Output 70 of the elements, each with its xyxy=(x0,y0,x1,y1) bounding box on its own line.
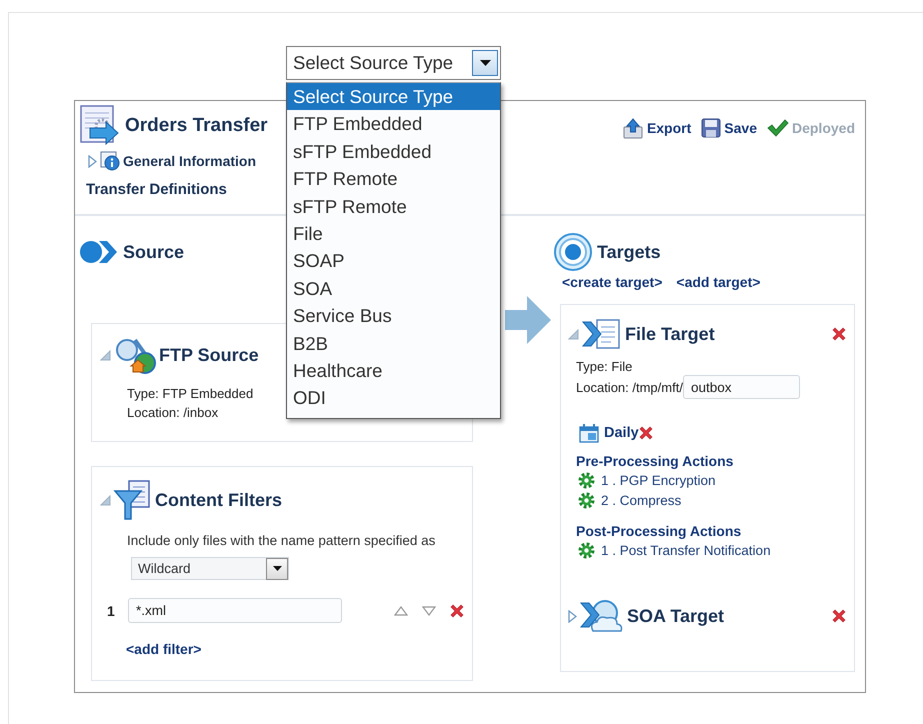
dropdown-option[interactable]: sFTP Remote xyxy=(287,192,500,220)
dropdown-option[interactable]: ODI xyxy=(287,384,500,412)
delete-icon[interactable] xyxy=(832,327,846,341)
status-label: Deployed xyxy=(792,120,855,136)
dropdown-option[interactable]: SOAP xyxy=(287,247,500,275)
dropdown-option[interactable]: Healthcare xyxy=(287,356,500,384)
expanded-triangle-icon[interactable] xyxy=(568,328,579,340)
add-filter-link[interactable]: <add filter> xyxy=(126,641,464,657)
dropdown-option[interactable]: B2B xyxy=(287,330,500,357)
chevron-cloud-icon xyxy=(579,597,625,635)
dropdown-option[interactable]: FTP Remote xyxy=(287,165,500,193)
row-number: 1 xyxy=(107,602,116,618)
target-icon xyxy=(553,232,593,272)
target-title: File Target xyxy=(625,324,715,344)
delete-icon[interactable] xyxy=(832,609,846,623)
section-heading: Targets xyxy=(597,242,661,262)
dropdown-option[interactable]: sFTP Embedded xyxy=(287,138,500,166)
dropdown-option[interactable]: File xyxy=(287,220,500,248)
gear-icon xyxy=(578,472,595,489)
collapsed-triangle-icon[interactable] xyxy=(568,610,577,622)
expanded-triangle-icon[interactable] xyxy=(100,494,111,506)
arrow-icon xyxy=(505,296,551,344)
action-link[interactable]: 2 . Compress xyxy=(601,493,682,508)
funnel-icon xyxy=(113,479,153,521)
dropdown-option[interactable]: FTP Embedded xyxy=(287,110,500,138)
location-field[interactable]: outbox xyxy=(682,375,800,399)
caret-icon xyxy=(480,60,490,66)
pattern-type-dropdown[interactable]: Wildcard xyxy=(131,557,289,580)
move-down-icon[interactable] xyxy=(422,606,436,616)
checkmark-icon xyxy=(766,119,789,137)
location-label: Location: /tmp/mft/ xyxy=(576,378,683,396)
move-up-icon[interactable] xyxy=(394,606,408,616)
upload-icon xyxy=(622,118,644,138)
dropdown-option[interactable]: Service Bus xyxy=(287,302,500,330)
pattern-field[interactable]: *.xml xyxy=(128,598,342,623)
dropdown-option[interactable]: Select Source Type xyxy=(287,83,500,110)
save-icon xyxy=(701,118,722,138)
save-link[interactable]: Save xyxy=(724,120,757,136)
target-title: SOA Target xyxy=(627,606,724,626)
calendar-icon xyxy=(579,423,599,443)
collapsed-triangle-icon[interactable] xyxy=(88,154,97,168)
delete-icon[interactable] xyxy=(450,604,464,618)
globe-house-icon xyxy=(113,336,157,374)
circle-chevron-icon xyxy=(79,238,119,266)
description-text: Include only files with the name pattern specified as xyxy=(127,533,436,548)
dropdown-option[interactable]: SOA xyxy=(287,274,500,302)
action-link[interactable]: 1 . PGP Encryption xyxy=(601,473,716,488)
delete-icon[interactable] xyxy=(638,426,653,440)
action-link[interactable]: 1 . Post Transfer Notification xyxy=(601,543,771,558)
general-information-link[interactable]: General Information xyxy=(123,153,256,169)
target-link[interactable]: <add target> xyxy=(676,274,760,290)
expanded-triangle-icon[interactable] xyxy=(100,350,111,360)
schedule-link[interactable]: Daily xyxy=(604,425,639,441)
section-title: Transfer Definitions xyxy=(86,181,228,198)
location-label: Location: /inbox xyxy=(127,404,218,422)
section-heading: Pre-Processing Actions xyxy=(576,453,734,469)
gear-icon xyxy=(578,542,595,559)
card-title: Content Filters xyxy=(155,490,282,510)
source-type-dropdown[interactable]: Select Source Type xyxy=(286,46,501,80)
export-link[interactable]: Export xyxy=(646,120,692,136)
gear-icon xyxy=(578,492,595,509)
target-link[interactable]: <create target> xyxy=(562,274,662,290)
card-title: FTP Source xyxy=(159,344,259,366)
page-title: Orders Transfer xyxy=(125,115,268,137)
section-heading: Source xyxy=(123,242,184,262)
type-label: Type: File xyxy=(576,358,632,376)
caret-icon xyxy=(272,566,282,571)
section-heading: Post-Processing Actions xyxy=(576,523,742,539)
info-icon xyxy=(100,151,120,171)
type-label: Type: FTP Embedded xyxy=(127,385,254,403)
